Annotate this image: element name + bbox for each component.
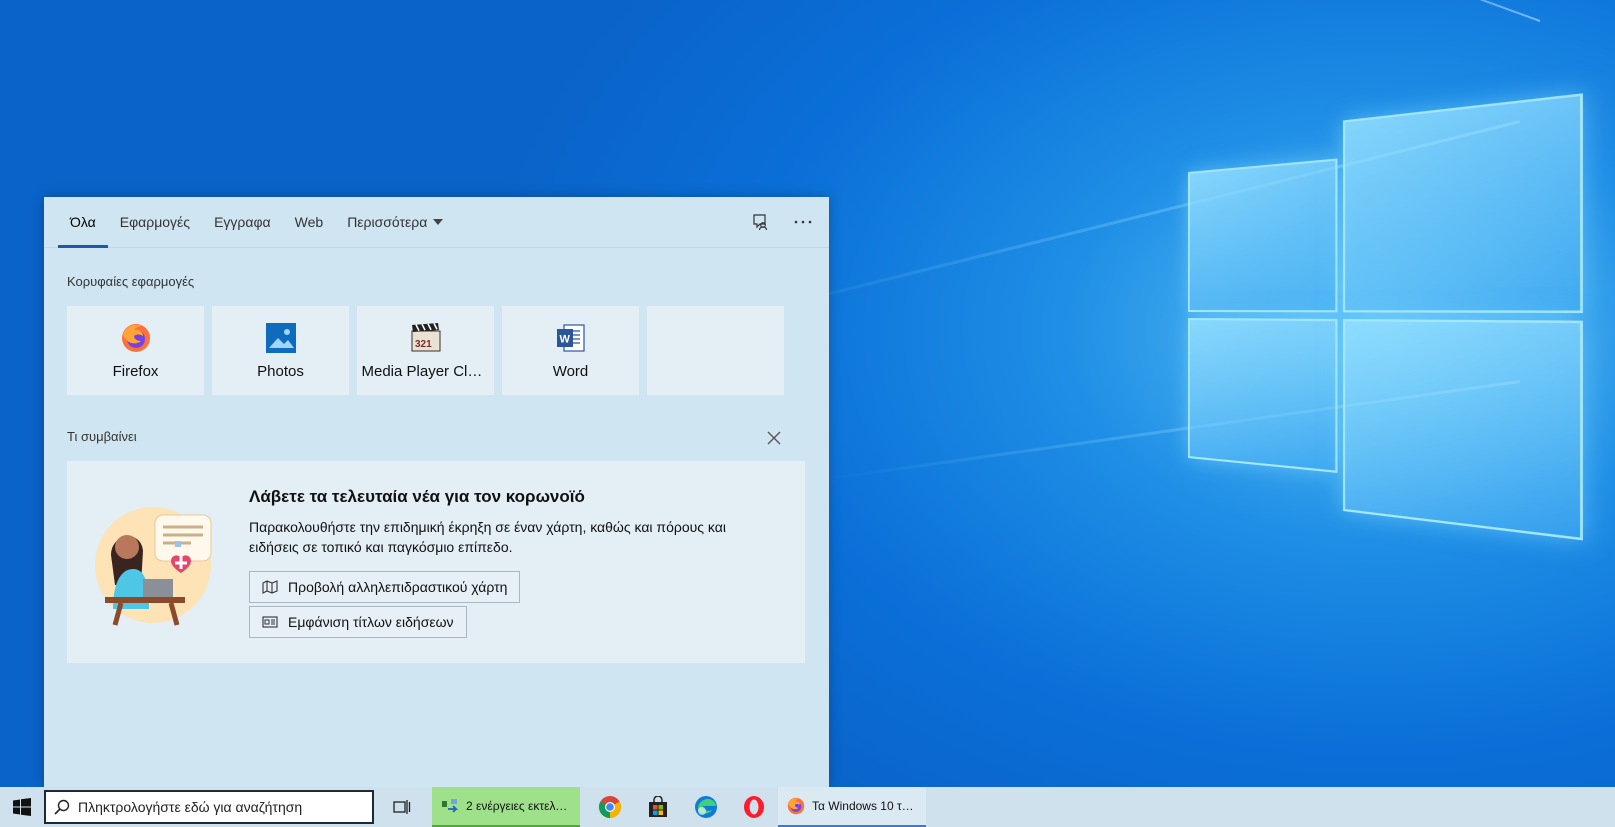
app-tile-photos[interactable]: Photos: [212, 306, 349, 395]
media-player-classic-icon: 321: [411, 323, 440, 352]
tab-label: Web: [294, 214, 324, 230]
news-description: Παρακολουθήστε την επιδημική έκρηξη σε έ…: [249, 519, 726, 555]
taskbar-opera[interactable]: [730, 787, 778, 827]
task-view-icon: [393, 800, 411, 814]
tab-apps[interactable]: Εφαρμογές: [108, 197, 202, 247]
taskbar-firefox-window[interactable]: Τα Windows 10 τώ...: [778, 787, 926, 827]
taskbar-search-box[interactable]: [44, 790, 374, 824]
app-name: Media Player Clas...: [361, 363, 490, 380]
app-tile-empty: [647, 306, 784, 395]
app-name: Firefox: [112, 363, 159, 380]
app-tile-media-player-classic[interactable]: 321 Media Player Clas...: [357, 306, 494, 395]
news-card: Λάβετε τα τελευταία νέα για τον κορωνοϊό…: [67, 461, 805, 663]
app-tile-word[interactable]: W Word: [502, 306, 639, 395]
view-interactive-map-button[interactable]: Προβολή αλληλεπιδραστικού χάρτη: [249, 571, 521, 603]
whats-new-heading: Τι συμβαίνει: [67, 429, 137, 444]
store-icon: [649, 796, 667, 817]
app-tile-firefox[interactable]: Firefox: [67, 306, 204, 395]
search-panel: Όλα Εφαρμογές Εγγραφα Web Περισσότερα Κο…: [44, 197, 829, 787]
tab-label: Περισσότερα: [347, 214, 428, 230]
top-apps-heading: Κορυφαίες εφαρμογές: [67, 274, 195, 289]
taskbar: 2 ενέργειες εκτελού...: [0, 787, 1615, 827]
more-options-icon[interactable]: [791, 210, 815, 234]
tab-documents[interactable]: Εγγραφα: [202, 197, 283, 247]
tab-all[interactable]: Όλα: [58, 197, 108, 248]
caret-down-icon: [433, 219, 444, 225]
taskbar-chrome[interactable]: [586, 787, 634, 827]
task-view-button[interactable]: [378, 787, 426, 827]
top-apps-list: Firefox Photos 321 Media Player Clas...: [67, 306, 784, 395]
feedback-icon[interactable]: [749, 210, 773, 234]
show-headlines-button[interactable]: Εμφάνιση τίτλων ειδήσεων: [249, 606, 467, 638]
tab-web[interactable]: Web: [283, 197, 336, 247]
search-icon: [54, 799, 70, 815]
tab-label: Εφαρμογές: [119, 214, 191, 230]
taskbar-file-transfer[interactable]: 2 ενέργειες εκτελού...: [432, 787, 580, 827]
opera-icon: [744, 796, 764, 818]
panel-tabs: Όλα Εφαρμογές Εγγραφα Web Περισσότερα: [44, 197, 829, 248]
taskbar-store[interactable]: [634, 787, 682, 827]
app-name: Word: [552, 363, 589, 380]
edge-icon: [695, 796, 717, 818]
word-icon: W: [556, 324, 585, 352]
button-label: Εμφάνιση τίτλων ειδήσεων: [288, 614, 454, 630]
news-title: Λάβετε τα τελευταία νέα για τον κορωνοϊό: [249, 487, 585, 506]
firefox-icon: [121, 324, 150, 352]
svg-text:321: 321: [415, 339, 432, 350]
coronavirus-news-illustration-icon: [95, 507, 212, 626]
app-name: Photos: [257, 363, 304, 380]
tab-label: Εγγραφα: [214, 214, 271, 230]
tab-label: Όλα: [70, 214, 96, 230]
map-icon: [262, 580, 278, 594]
task-label: 2 ενέργειες εκτελού...: [466, 799, 572, 813]
windows-start-icon: [13, 798, 31, 816]
tab-more[interactable]: Περισσότερα: [335, 197, 455, 247]
light-beam: [1126, 0, 1541, 22]
taskbar-search-input[interactable]: [76, 798, 360, 816]
svg-text:W: W: [559, 334, 570, 346]
taskbar-edge[interactable]: [682, 787, 730, 827]
button-label: Προβολή αλληλεπιδραστικού χάρτη: [288, 579, 508, 595]
close-icon[interactable]: [764, 428, 784, 448]
file-transfer-icon: [442, 799, 459, 813]
photos-icon: [265, 323, 296, 353]
windows-logo: [1188, 78, 1605, 541]
task-label: Τα Windows 10 τώ...: [812, 799, 918, 813]
chrome-icon: [599, 796, 621, 818]
newspaper-icon: [262, 616, 278, 628]
start-button[interactable]: [0, 787, 44, 827]
firefox-icon: [787, 797, 805, 815]
